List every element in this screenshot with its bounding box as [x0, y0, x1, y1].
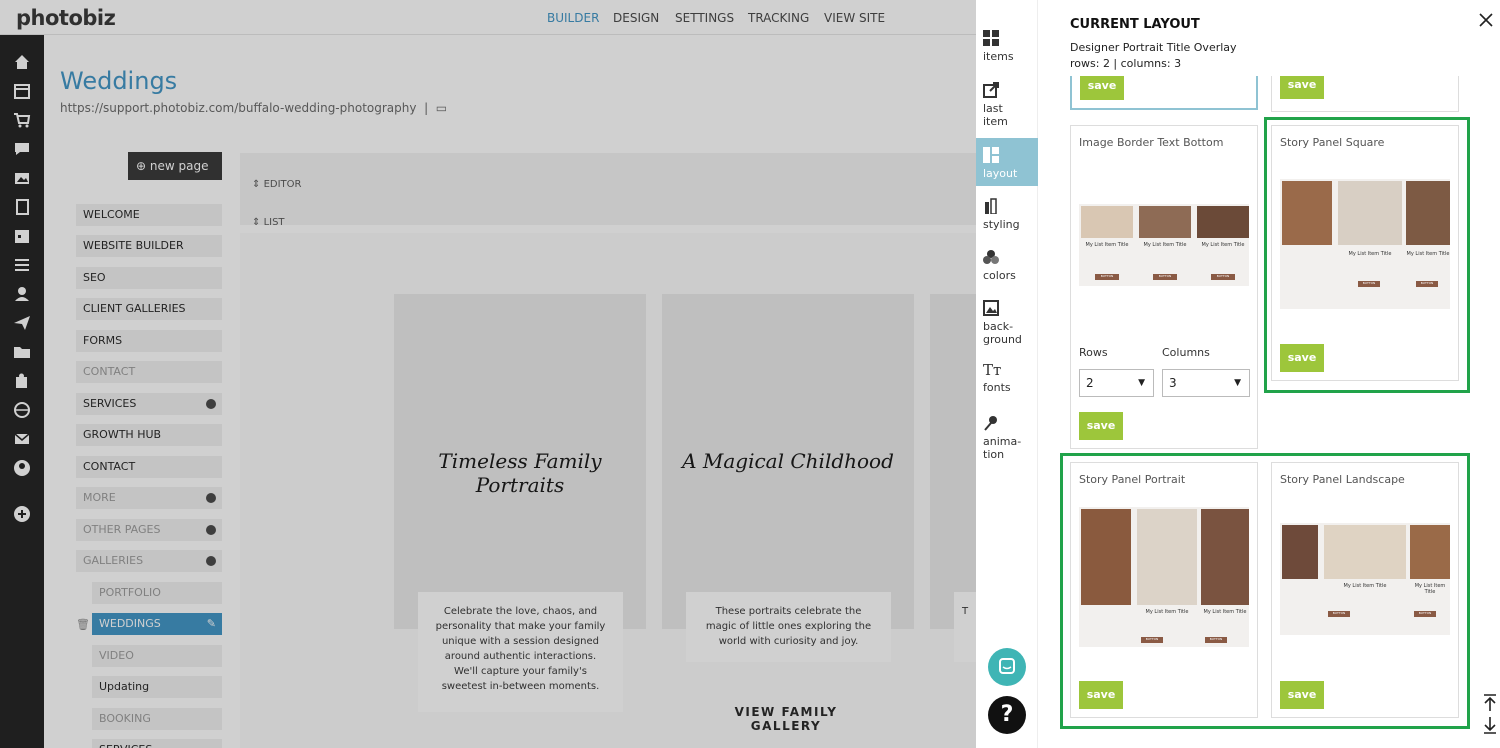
thumb-item-title: My List Item Title [1343, 583, 1387, 589]
tab-label: anima-tion [983, 435, 1022, 461]
layout-thumbnail: My List Item Title My List Item Title BU… [1280, 179, 1450, 309]
layout-name: Story Panel Landscape [1280, 473, 1405, 486]
layout-thumbnail: My List Item Title My List Item Title BU… [1079, 507, 1249, 647]
tab-background[interactable]: back-ground [976, 300, 1038, 350]
layout-card-story-panel-landscape[interactable]: Story Panel Landscape My List Item Title… [1271, 462, 1459, 718]
tab-fonts[interactable]: Tт fonts [976, 361, 1038, 404]
thumb-item-button: BUTTON [1416, 281, 1438, 287]
scroll-to-top-icon[interactable] [1482, 694, 1498, 712]
layout-card-story-panel-portrait[interactable]: Story Panel Portrait My List Item Title … [1070, 462, 1258, 718]
thumb-item-button: BUTTON [1153, 274, 1177, 280]
tab-label: back-ground [983, 320, 1022, 346]
close-icon[interactable] [1478, 12, 1494, 28]
thumb-item-title: My List Item Title [1203, 609, 1247, 615]
panel-heading: CURRENT LAYOUT [1070, 17, 1200, 32]
thumb-photo [1201, 509, 1249, 605]
tab-items[interactable]: items [976, 30, 1038, 76]
thumb-item-button: BUTTON [1414, 611, 1436, 617]
thumb-item-title: My List Item Title [1406, 251, 1450, 257]
tab-label: items [983, 50, 1014, 63]
thumb-photo [1324, 525, 1406, 579]
layout-card-image-border-text-bottom[interactable]: Image Border Text Bottom My List Item Ti… [1070, 125, 1258, 449]
chat-bubble-icon [999, 658, 1015, 674]
thumb-photo [1197, 206, 1249, 238]
layout-name: Image Border Text Bottom [1079, 136, 1224, 149]
layout-card[interactable]: save [1271, 76, 1459, 112]
thumb-photo [1282, 525, 1318, 579]
thumb-photo [1410, 525, 1450, 579]
save-button[interactable]: save [1280, 76, 1324, 99]
share-icon [983, 82, 999, 98]
thumb-item-button: BUTTON [1211, 274, 1235, 280]
layout-card-current[interactable]: save [1070, 76, 1258, 110]
rows-value: 2 [1086, 376, 1094, 390]
save-button[interactable]: save [1280, 681, 1324, 709]
thumb-photo [1139, 206, 1191, 238]
image-icon [983, 300, 999, 316]
brush-icon [985, 198, 997, 214]
layout-icon [983, 147, 999, 163]
tab-label: fonts [983, 381, 1011, 394]
thumb-photo [1081, 206, 1133, 238]
settings-tabs: items last item layout styling colors ba… [976, 0, 1038, 748]
modal-overlay[interactable] [0, 0, 976, 748]
thumb-item-button: BUTTON [1141, 637, 1163, 643]
save-button[interactable]: save [1080, 76, 1124, 100]
help-question-icon: ? [1000, 702, 1014, 727]
tab-animation[interactable]: anima-tion [976, 415, 1038, 465]
chat-launcher-button[interactable] [988, 648, 1026, 686]
layout-list: save save Image Border Text Bottom My Li… [1038, 76, 1500, 748]
thumb-photo [1081, 509, 1131, 605]
help-button[interactable]: ? [988, 696, 1026, 734]
thumb-photo [1282, 181, 1332, 245]
tab-layout[interactable]: layout [976, 138, 1038, 186]
thumb-item-title: My List Item Title [1201, 242, 1245, 248]
thumb-item-button: BUTTON [1095, 274, 1119, 280]
app-root: photobiz BUILDER DESIGN SETTINGS TRACKIN… [0, 0, 1500, 748]
thumb-item-button: BUTTON [1328, 611, 1350, 617]
thumb-item-button: BUTTON [1358, 281, 1380, 287]
thumb-item-title: My List Item Title [1085, 242, 1129, 248]
tab-label: last item [983, 102, 1008, 128]
layout-name: Story Panel Square [1280, 136, 1385, 149]
tab-styling[interactable]: styling [976, 198, 1038, 238]
layout-thumbnail: My List Item Title My List Item Title BU… [1280, 523, 1450, 635]
save-button[interactable]: save [1079, 412, 1123, 440]
layout-card-story-panel-square[interactable]: Story Panel Square My List Item Title My… [1271, 125, 1459, 381]
save-button[interactable]: save [1079, 681, 1123, 709]
columns-value: 3 [1169, 376, 1177, 390]
layout-panel: CURRENT LAYOUT Designer Portrait Title O… [1038, 0, 1500, 748]
grid-icon [983, 30, 999, 46]
rows-label: Rows [1079, 346, 1108, 359]
current-layout-name: Designer Portrait Title Overlay [1070, 41, 1237, 54]
thumb-item-title: My List Item Title [1414, 583, 1446, 595]
chevron-down-icon: ▼ [1138, 378, 1145, 388]
save-button[interactable]: save [1280, 344, 1324, 372]
tab-last-item[interactable]: last item [976, 82, 1038, 132]
layout-thumbnail: My List Item Title My List Item Title My… [1079, 204, 1249, 286]
thumb-item-button: BUTTON [1205, 637, 1227, 643]
columns-select[interactable]: 3 ▼ [1162, 369, 1250, 397]
rows-select[interactable]: 2 ▼ [1079, 369, 1154, 397]
thumb-item-title: My List Item Title [1143, 242, 1187, 248]
thumb-photo [1137, 509, 1197, 605]
tab-label: layout [983, 167, 1018, 180]
tab-label: colors [983, 269, 1016, 282]
text-icon: Tт [983, 361, 1002, 379]
current-layout-size: rows: 2 | columns: 3 [1070, 57, 1182, 70]
tab-label: styling [983, 218, 1020, 231]
scroll-to-bottom-icon[interactable] [1482, 716, 1498, 734]
tab-colors[interactable]: colors [976, 249, 1038, 289]
thumb-item-title: My List Item Title [1145, 609, 1189, 615]
wand-icon [984, 416, 997, 431]
columns-label: Columns [1162, 346, 1210, 359]
thumb-photo [1338, 181, 1402, 245]
layout-name: Story Panel Portrait [1079, 473, 1186, 486]
chevron-down-icon: ▼ [1234, 378, 1241, 388]
thumb-photo [1406, 181, 1450, 245]
thumb-item-title: My List Item Title [1348, 251, 1392, 257]
palette-icon [983, 250, 999, 264]
